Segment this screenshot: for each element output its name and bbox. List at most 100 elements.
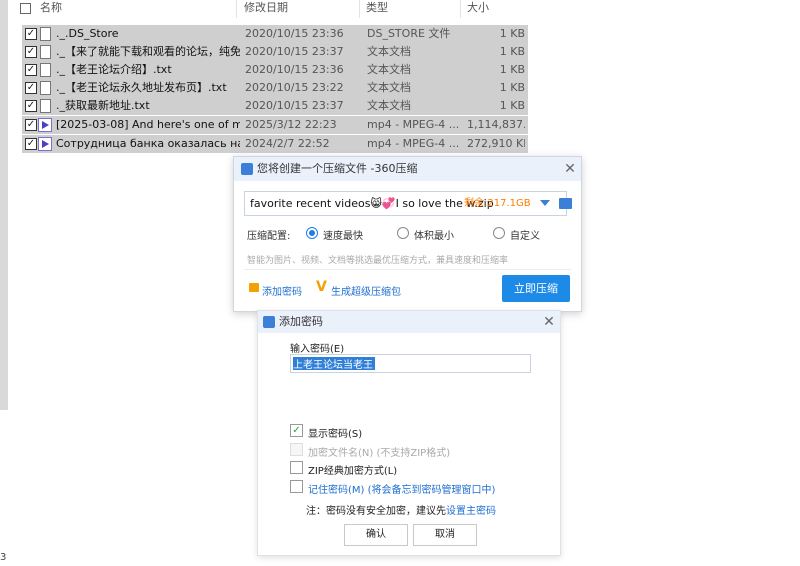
file-date: 2020/10/15 23:36 [245, 63, 344, 76]
column-size[interactable]: 大小 [467, 0, 489, 18]
compress-dialog-titlebar[interactable]: 您将创建一个压缩文件 -360压缩 ✕ [234, 157, 581, 181]
file-name: [2025-03-08] And here's one of m... [56, 118, 240, 131]
close-icon[interactable]: ✕ [542, 315, 556, 329]
add-password-dialog: 添加密码 ✕ 输入密码(E) ✓ 显示密码(S) 加密文件名(N) (不支持ZI… [257, 310, 561, 556]
option-fastest-label[interactable]: 速度最快 [323, 227, 363, 242]
output-path[interactable]: favorite recent videos😸💞I so love the w.… [250, 192, 494, 215]
video-icon [38, 118, 52, 132]
folder-icon[interactable] [559, 198, 572, 209]
select-all-checkbox[interactable] [20, 3, 31, 14]
file-type: mp4 - MPEG-4 ... [367, 137, 460, 150]
compress-hint: 智能为图片、视频、文档等挑选最优压缩方式，兼具速度和压缩率 [247, 256, 509, 266]
column-divider[interactable] [460, 0, 461, 18]
cancel-button[interactable]: 取消 [413, 524, 477, 546]
add-password-link[interactable]: 添加密码 [262, 283, 302, 298]
vertical-scrollbar[interactable] [0, 0, 8, 410]
zip-classic-label[interactable]: ZIP经典加密方式(L) [308, 462, 397, 477]
remember-password-label[interactable]: 记住密码(M) (将会备忘到密码管理窗口中) [308, 481, 495, 496]
compress-config-label: 压缩配置: [247, 231, 291, 242]
file-row[interactable]: ✓ ._.DS_Store 2020/10/15 23:36 DS_STORE … [22, 25, 528, 43]
app-logo-icon [241, 163, 253, 175]
password-input-label: 输入密码(E) [290, 344, 345, 355]
show-password-checkbox[interactable]: ✓ [290, 424, 303, 437]
file-row[interactable]: ✓ [2025-03-08] And here's one of m... 20… [22, 116, 528, 134]
file-name: ._【老王论坛永久地址发布页】.txt [56, 81, 227, 94]
encrypt-filenames-label: 加密文件名(N) (不支持ZIP格式) [308, 448, 451, 459]
column-name[interactable]: 名称 [40, 0, 62, 18]
file-row[interactable]: ✓ ._获取最新地址.txt 2020/10/15 23:37 文本文档 1 K… [22, 97, 528, 115]
file-icon [40, 45, 51, 59]
app-logo-icon [263, 316, 275, 328]
row-checkbox[interactable]: ✓ [25, 119, 37, 131]
free-space-label: 剩余:217.1GB [464, 198, 531, 209]
close-icon[interactable]: ✕ [563, 162, 577, 176]
column-type[interactable]: 类型 [366, 0, 388, 18]
file-list-header: 名称 修改日期 类型 大小 [14, 0, 534, 18]
file-size: 1 KB [499, 99, 525, 112]
set-master-password-link[interactable]: 设置主密码 [446, 506, 496, 517]
file-icon [40, 63, 51, 77]
file-type: 文本文档 [367, 45, 411, 58]
file-size: 1 KB [499, 63, 525, 76]
row-checkbox[interactable]: ✓ [25, 138, 37, 150]
file-type: 文本文档 [367, 81, 411, 94]
remember-password-checkbox[interactable] [290, 480, 303, 493]
row-checkbox[interactable]: ✓ [25, 100, 37, 112]
compress-dialog-title: 您将创建一个压缩文件 -360压缩 [257, 162, 418, 175]
file-name: ._获取最新地址.txt [56, 99, 150, 112]
file-type: 文本文档 [367, 63, 411, 76]
output-path-field[interactable]: favorite recent videos😸💞I so love the w.… [244, 191, 572, 216]
confirm-button[interactable]: 确认 [344, 524, 408, 546]
password-input[interactable] [293, 356, 528, 371]
radio-smallest[interactable] [397, 227, 409, 239]
radio-custom[interactable] [493, 227, 505, 239]
file-row[interactable]: ✓ ._【来了就能下载和观看的论坛，纯免... 2020/10/15 23:37… [22, 43, 528, 61]
file-type: 文本文档 [367, 99, 411, 112]
row-checkbox[interactable]: ✓ [25, 46, 37, 58]
file-date: 2024/2/7 22:52 [245, 137, 330, 150]
password-dialog-title: 添加密码 [279, 315, 323, 328]
option-custom-label[interactable]: 自定义 [510, 227, 540, 242]
column-divider[interactable] [359, 0, 360, 18]
show-password-label[interactable]: 显示密码(S) [308, 425, 362, 440]
lock-icon [249, 283, 259, 292]
security-note: 注：密码没有安全加密，建议先设置主密码 [306, 502, 496, 517]
super-package-link[interactable]: 生成超级压缩包 [331, 283, 401, 298]
file-name: ._【来了就能下载和观看的论坛，纯免... [56, 45, 240, 58]
row-checkbox[interactable]: ✓ [25, 28, 37, 40]
file-type: mp4 - MPEG-4 ... [367, 118, 460, 131]
file-name: Сотрудница банка оказалась наст... [56, 137, 240, 150]
password-field[interactable] [290, 354, 531, 373]
file-row[interactable]: ✓ ._【老王论坛永久地址发布页】.txt 2020/10/15 23:22 文… [22, 79, 528, 97]
password-dialog-titlebar[interactable]: 添加密码 ✕ [258, 311, 560, 333]
file-date: 2025/3/12 22:23 [245, 118, 337, 131]
file-date: 2020/10/15 23:37 [245, 45, 344, 58]
super-package-icon: V [316, 279, 327, 295]
row-checkbox[interactable]: ✓ [25, 82, 37, 94]
file-icon [40, 99, 51, 113]
column-divider[interactable] [236, 0, 237, 18]
file-type: DS_STORE 文件 [367, 27, 451, 40]
edge-text: 3 [0, 552, 7, 563]
column-date[interactable]: 修改日期 [244, 0, 288, 18]
zip-classic-checkbox[interactable] [290, 461, 303, 474]
file-row[interactable]: ✓ Сотрудница банка оказалась наст... 202… [22, 135, 528, 153]
file-name: ._【老王论坛介绍】.txt [56, 63, 172, 76]
file-row[interactable]: ✓ ._【老王论坛介绍】.txt 2020/10/15 23:36 文本文档 1… [22, 61, 528, 79]
file-date: 2020/10/15 23:36 [245, 27, 344, 40]
radio-fastest[interactable] [306, 227, 318, 239]
file-date: 2020/10/15 23:22 [245, 81, 344, 94]
compress-now-button[interactable]: 立即压缩 [502, 275, 570, 302]
file-size: 1 KB [499, 81, 525, 94]
file-name: ._.DS_Store [56, 27, 119, 40]
encrypt-filenames-checkbox[interactable] [290, 443, 303, 456]
file-icon [40, 27, 51, 41]
file-size: 1,114,837... [467, 118, 525, 131]
option-smallest-label[interactable]: 体积最小 [414, 227, 454, 242]
row-checkbox[interactable]: ✓ [25, 64, 37, 76]
file-size: 1 KB [499, 27, 525, 40]
divider [244, 269, 571, 270]
compress-dialog: 您将创建一个压缩文件 -360压缩 ✕ favorite recent vide… [233, 156, 582, 312]
file-size: 272,910 KB [467, 137, 525, 150]
chevron-down-icon[interactable] [540, 200, 550, 206]
